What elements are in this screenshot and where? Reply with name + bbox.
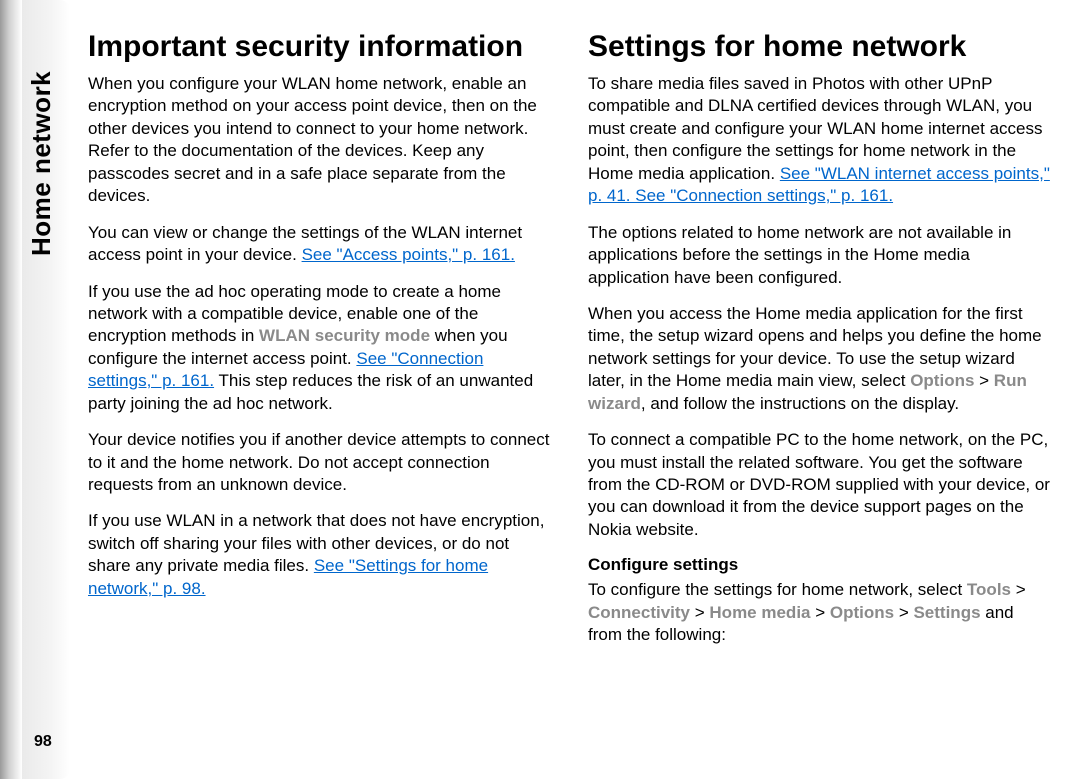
para-settings-1: To share media files saved in Photos wit… [588,73,1052,208]
ui-term-settings: Settings [913,603,980,622]
heading-settings-home-network: Settings for home network [588,30,1052,63]
page-edge-shade [0,0,22,779]
content-columns: Important security information When you … [88,30,1052,749]
separator-gt: > [811,603,830,622]
page-number: 98 [34,733,52,751]
ui-term-tools: Tools [967,580,1011,599]
para-text: , and follow the instructions on the dis… [641,394,959,413]
separator-gt: > [1011,580,1026,599]
ui-term-wlan-security-mode: WLAN security mode [259,326,430,345]
heading-security-info: Important security information [88,30,552,63]
para-security-2: You can view or change the settings of t… [88,222,552,267]
para-security-1: When you configure your WLAN home networ… [88,73,552,208]
para-settings-4: To connect a compatible PC to the home n… [588,429,1052,541]
ui-term-options: Options [910,371,974,390]
para-settings-2: The options related to home network are … [588,222,1052,289]
manual-page: Home network 98 Important security infor… [0,0,1080,779]
separator-gt: > [974,371,993,390]
ui-term-connectivity: Connectivity [588,603,690,622]
link-access-points[interactable]: See "Access points," p. 161. [302,245,515,264]
separator-gt: > [894,603,913,622]
para-security-5: If you use WLAN in a network that does n… [88,510,552,600]
ui-term-options-2: Options [830,603,894,622]
side-tab-label: Home network [26,36,66,256]
para-security-4: Your device notifies you if another devi… [88,429,552,496]
para-text: To configure the settings for home netwo… [588,580,967,599]
separator-gt: > [690,603,709,622]
right-column: Settings for home network To share media… [588,30,1052,749]
ui-term-home-media: Home media [709,603,810,622]
subheading-configure-settings: Configure settings [588,555,1052,575]
para-settings-5: To configure the settings for home netwo… [588,579,1052,646]
left-column: Important security information When you … [88,30,552,749]
para-security-3: If you use the ad hoc operating mode to … [88,281,552,416]
para-settings-3: When you access the Home media applicati… [588,303,1052,415]
